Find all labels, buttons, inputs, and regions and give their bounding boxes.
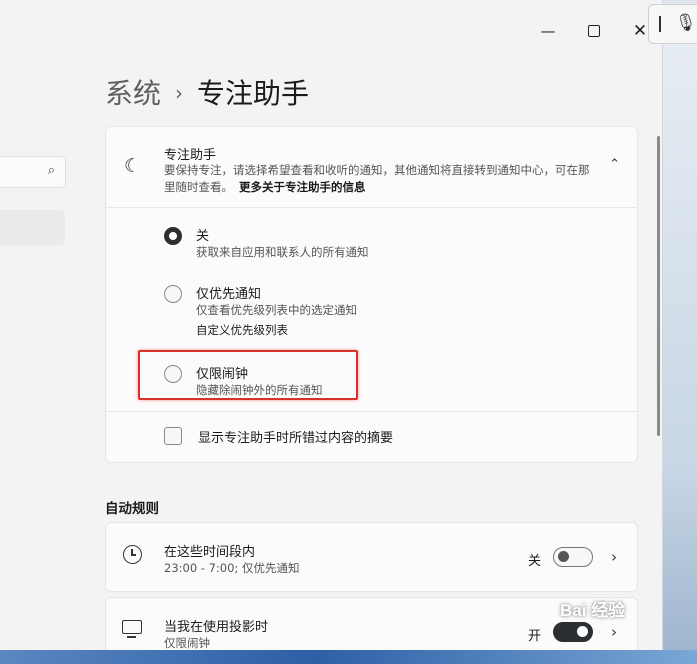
minimize-button[interactable]: — bbox=[537, 20, 559, 42]
sidebar-item-selected[interactable] bbox=[0, 210, 65, 245]
focus-assist-description: 要保持专注，请选择希望查看和收听的通知，其他通知将直接转到通知中心，可在那里随时… bbox=[164, 162, 594, 196]
summary-checkbox-label: 显示专注助手时所错过内容的摘要 bbox=[198, 431, 394, 446]
rule-when-projecting[interactable]: 当我在使用投影时 仅限闹钟 开 › bbox=[105, 597, 638, 650]
radio-priority-only[interactable] bbox=[164, 285, 182, 303]
rule-description: 23:00 - 7:00; 仅优先通知 bbox=[164, 561, 300, 575]
chevron-up-icon[interactable]: ⌃ bbox=[609, 157, 620, 172]
learn-more-link[interactable]: 更多关于专注助手的信息 bbox=[239, 180, 366, 194]
option-description: 获取来自应用和联系人的所有通知 bbox=[196, 245, 369, 259]
summary-checkbox[interactable] bbox=[164, 427, 182, 445]
clock-icon bbox=[123, 545, 142, 564]
chevron-right-icon[interactable]: › bbox=[611, 548, 617, 566]
minimize-icon: — bbox=[540, 22, 556, 40]
auto-rules-heading: 自动规则 bbox=[105, 501, 159, 517]
rule-toggle[interactable] bbox=[553, 547, 593, 567]
breadcrumb: 系统 › 专注助手 bbox=[105, 72, 309, 112]
watermark-logo: Bai 经验 bbox=[560, 596, 660, 646]
monitor-icon bbox=[122, 620, 142, 638]
moon-icon: ☾ bbox=[124, 155, 142, 177]
desktop-background bbox=[662, 40, 697, 650]
rule-title: 在这些时间段内 bbox=[164, 545, 256, 560]
option-label: 仅优先通知 bbox=[196, 287, 262, 302]
breadcrumb-separator-icon: › bbox=[175, 81, 184, 105]
ime-grip-icon[interactable] bbox=[659, 16, 661, 32]
search-icon: ⌕ bbox=[47, 163, 55, 178]
option-label: 关 bbox=[196, 229, 210, 244]
sidebar-search-input[interactable]: ⌕ bbox=[0, 156, 66, 188]
radio-off[interactable] bbox=[164, 227, 182, 245]
maximize-icon bbox=[588, 25, 600, 37]
watermark-text: Bai 经验 bbox=[560, 601, 626, 620]
divider bbox=[106, 411, 637, 412]
focus-assist-card: ☾ 专注助手 要保持专注，请选择希望查看和收听的通知，其他通知将直接转到通知中心… bbox=[105, 126, 638, 463]
rule-toggle-state: 关 bbox=[528, 554, 542, 569]
focus-assist-title: 专注助手 bbox=[164, 148, 217, 163]
page-title: 专注助手 bbox=[197, 77, 310, 110]
annotation-highlight-box bbox=[138, 350, 358, 400]
maximize-button[interactable] bbox=[583, 20, 605, 42]
microphone-icon[interactable]: 🎙 bbox=[675, 13, 697, 33]
close-icon: ✕ bbox=[632, 21, 648, 41]
ime-toolbar[interactable]: 🎙 bbox=[648, 4, 697, 44]
focus-assist-description-text: 要保持专注，请选择希望查看和收听的通知，其他通知将直接转到通知中心，可在那里随时… bbox=[164, 163, 590, 194]
scrollbar[interactable] bbox=[657, 136, 660, 436]
option-description: 仅查看优先级列表中的选定通知 bbox=[196, 303, 357, 317]
rule-title: 当我在使用投影时 bbox=[164, 620, 269, 635]
rule-description: 仅限闹钟 bbox=[164, 636, 210, 650]
toggle-knob bbox=[558, 551, 569, 562]
rule-during-these-times[interactable]: 在这些时间段内 23:00 - 7:00; 仅优先通知 关 › bbox=[105, 522, 638, 592]
desktop-wallpaper bbox=[0, 650, 697, 664]
breadcrumb-parent[interactable]: 系统 bbox=[105, 77, 161, 110]
customize-priority-list-link[interactable]: 自定义优先级列表 bbox=[196, 322, 288, 338]
rule-toggle-state: 开 bbox=[528, 629, 542, 644]
focus-assist-header[interactable]: ☾ 专注助手 要保持专注，请选择希望查看和收听的通知，其他通知将直接转到通知中心… bbox=[106, 127, 637, 208]
settings-window: — ✕ ⌕ 系统 › 专注助手 ☾ 专注助手 要保持专注，请选择希望查看和收听的通知… bbox=[0, 0, 663, 650]
